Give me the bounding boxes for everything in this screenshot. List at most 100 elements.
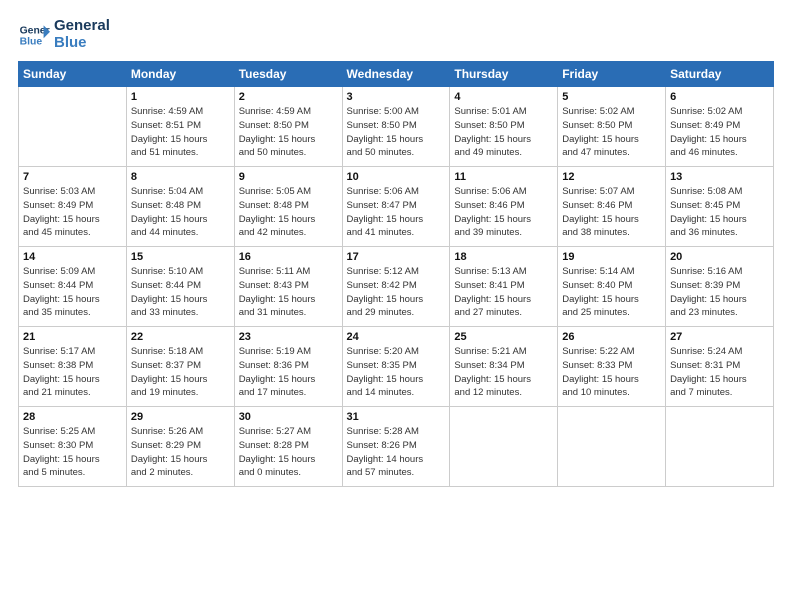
day-number: 15 xyxy=(131,251,230,263)
calendar-week-2: 7Sunrise: 5:03 AMSunset: 8:49 PMDaylight… xyxy=(19,167,774,247)
calendar-cell: 19 Sunrise: 5:14 AMSunset: 8:40 PMDayligh… xyxy=(558,247,666,327)
calendar-cell xyxy=(666,407,774,487)
day-info: Sunrise: 5:16 AMSunset: 8:39 PMDaylight:… xyxy=(670,265,769,320)
calendar-week-4: 21 Sunrise: 5:17 AMSunset: 8:38 PMDayligh… xyxy=(19,327,774,407)
weekday-header-monday: Monday xyxy=(126,62,234,87)
calendar-cell xyxy=(558,407,666,487)
calendar-cell: 18 Sunrise: 5:13 AMSunset: 8:41 PMDayligh… xyxy=(450,247,558,327)
weekday-header-thursday: Thursday xyxy=(450,62,558,87)
day-number: 4 xyxy=(454,91,553,103)
day-number: 8 xyxy=(131,171,230,183)
day-number: 3 xyxy=(347,91,446,103)
calendar-cell: 29 Sunrise: 5:26 AMSunset: 8:29 PMDayligh… xyxy=(126,407,234,487)
day-number: 9 xyxy=(239,171,338,183)
day-number: 27 xyxy=(670,331,769,343)
calendar-cell: 21 Sunrise: 5:17 AMSunset: 8:38 PMDayligh… xyxy=(19,327,127,407)
day-info: Sunrise: 5:11 AMSunset: 8:43 PMDaylight:… xyxy=(239,265,338,320)
day-info: Sunrise: 4:59 AMSunset: 8:51 PMDaylight:… xyxy=(131,105,230,160)
day-number: 5 xyxy=(562,91,661,103)
day-info: Sunrise: 5:07 AMSunset: 8:46 PMDaylight:… xyxy=(562,185,661,240)
calendar-cell: 14 Sunrise: 5:09 AMSunset: 8:44 PMDayligh… xyxy=(19,247,127,327)
day-number: 31 xyxy=(347,411,446,423)
day-number: 17 xyxy=(347,251,446,263)
calendar-cell: 2 Sunrise: 4:59 AMSunset: 8:50 PMDaylight… xyxy=(234,87,342,167)
calendar-cell: 30Sunrise: 5:27 AMSunset: 8:28 PMDayligh… xyxy=(234,407,342,487)
weekday-header-sunday: Sunday xyxy=(19,62,127,87)
day-info: Sunrise: 5:27 AMSunset: 8:28 PMDaylight:… xyxy=(239,425,338,480)
calendar-cell: 8 Sunrise: 5:04 AMSunset: 8:48 PMDaylight… xyxy=(126,167,234,247)
calendar-cell: 15Sunrise: 5:10 AMSunset: 8:44 PMDayligh… xyxy=(126,247,234,327)
day-info: Sunrise: 5:13 AMSunset: 8:41 PMDaylight:… xyxy=(454,265,553,320)
logo-icon: General Blue xyxy=(18,19,50,51)
weekday-header-saturday: Saturday xyxy=(666,62,774,87)
day-info: Sunrise: 5:09 AMSunset: 8:44 PMDaylight:… xyxy=(23,265,122,320)
day-info: Sunrise: 5:02 AMSunset: 8:50 PMDaylight:… xyxy=(562,105,661,160)
header: General Blue General Blue xyxy=(18,18,774,51)
day-info: Sunrise: 5:18 AMSunset: 8:37 PMDaylight:… xyxy=(131,345,230,400)
calendar-cell xyxy=(19,87,127,167)
day-number: 6 xyxy=(670,91,769,103)
calendar-cell: 1 Sunrise: 4:59 AMSunset: 8:51 PMDaylight… xyxy=(126,87,234,167)
day-info: Sunrise: 5:21 AMSunset: 8:34 PMDaylight:… xyxy=(454,345,553,400)
logo-general: General xyxy=(54,18,110,35)
calendar-cell: 23Sunrise: 5:19 AMSunset: 8:36 PMDayligh… xyxy=(234,327,342,407)
weekday-header-row: SundayMondayTuesdayWednesdayThursdayFrid… xyxy=(19,62,774,87)
calendar-cell: 26Sunrise: 5:22 AMSunset: 8:33 PMDayligh… xyxy=(558,327,666,407)
calendar-cell xyxy=(450,407,558,487)
day-info: Sunrise: 5:12 AMSunset: 8:42 PMDaylight:… xyxy=(347,265,446,320)
day-number: 12 xyxy=(562,171,661,183)
day-number: 2 xyxy=(239,91,338,103)
day-info: Sunrise: 5:04 AMSunset: 8:48 PMDaylight:… xyxy=(131,185,230,240)
day-info: Sunrise: 5:06 AMSunset: 8:47 PMDaylight:… xyxy=(347,185,446,240)
day-number: 28 xyxy=(23,411,122,423)
calendar-cell: 10Sunrise: 5:06 AMSunset: 8:47 PMDayligh… xyxy=(342,167,450,247)
day-info: Sunrise: 5:06 AMSunset: 8:46 PMDaylight:… xyxy=(454,185,553,240)
weekday-header-tuesday: Tuesday xyxy=(234,62,342,87)
calendar-cell: 16Sunrise: 5:11 AMSunset: 8:43 PMDayligh… xyxy=(234,247,342,327)
day-number: 11 xyxy=(454,171,553,183)
day-info: Sunrise: 5:28 AMSunset: 8:26 PMDaylight:… xyxy=(347,425,446,480)
day-info: Sunrise: 5:22 AMSunset: 8:33 PMDaylight:… xyxy=(562,345,661,400)
calendar-cell: 9 Sunrise: 5:05 AMSunset: 8:48 PMDaylight… xyxy=(234,167,342,247)
calendar-cell: 12 Sunrise: 5:07 AMSunset: 8:46 PMDayligh… xyxy=(558,167,666,247)
day-number: 20 xyxy=(670,251,769,263)
day-info: Sunrise: 4:59 AMSunset: 8:50 PMDaylight:… xyxy=(239,105,338,160)
day-info: Sunrise: 5:03 AMSunset: 8:49 PMDaylight:… xyxy=(23,185,122,240)
weekday-header-friday: Friday xyxy=(558,62,666,87)
day-number: 23 xyxy=(239,331,338,343)
day-info: Sunrise: 5:26 AMSunset: 8:29 PMDaylight:… xyxy=(131,425,230,480)
calendar-cell: 24 Sunrise: 5:20 AMSunset: 8:35 PMDayligh… xyxy=(342,327,450,407)
day-number: 18 xyxy=(454,251,553,263)
logo: General Blue General Blue xyxy=(18,18,110,51)
calendar-cell: 13 Sunrise: 5:08 AMSunset: 8:45 PMDayligh… xyxy=(666,167,774,247)
day-info: Sunrise: 5:02 AMSunset: 8:49 PMDaylight:… xyxy=(670,105,769,160)
calendar-cell: 28Sunrise: 5:25 AMSunset: 8:30 PMDayligh… xyxy=(19,407,127,487)
calendar-cell: 22Sunrise: 5:18 AMSunset: 8:37 PMDayligh… xyxy=(126,327,234,407)
day-info: Sunrise: 5:14 AMSunset: 8:40 PMDaylight:… xyxy=(562,265,661,320)
day-info: Sunrise: 5:20 AMSunset: 8:35 PMDaylight:… xyxy=(347,345,446,400)
day-info: Sunrise: 5:00 AMSunset: 8:50 PMDaylight:… xyxy=(347,105,446,160)
day-number: 1 xyxy=(131,91,230,103)
day-info: Sunrise: 5:01 AMSunset: 8:50 PMDaylight:… xyxy=(454,105,553,160)
calendar-cell: 4 Sunrise: 5:01 AMSunset: 8:50 PMDaylight… xyxy=(450,87,558,167)
calendar-cell: 5 Sunrise: 5:02 AMSunset: 8:50 PMDaylight… xyxy=(558,87,666,167)
day-number: 24 xyxy=(347,331,446,343)
day-number: 21 xyxy=(23,331,122,343)
day-number: 14 xyxy=(23,251,122,263)
calendar-cell: 25 Sunrise: 5:21 AMSunset: 8:34 PMDayligh… xyxy=(450,327,558,407)
day-number: 25 xyxy=(454,331,553,343)
calendar-cell: 27Sunrise: 5:24 AMSunset: 8:31 PMDayligh… xyxy=(666,327,774,407)
calendar-cell: 31 Sunrise: 5:28 AMSunset: 8:26 PMDayligh… xyxy=(342,407,450,487)
calendar-cell: 20 Sunrise: 5:16 AMSunset: 8:39 PMDayligh… xyxy=(666,247,774,327)
calendar-cell: 17 Sunrise: 5:12 AMSunset: 8:42 PMDayligh… xyxy=(342,247,450,327)
calendar-cell: 7Sunrise: 5:03 AMSunset: 8:49 PMDaylight… xyxy=(19,167,127,247)
day-number: 13 xyxy=(670,171,769,183)
day-info: Sunrise: 5:08 AMSunset: 8:45 PMDaylight:… xyxy=(670,185,769,240)
day-info: Sunrise: 5:05 AMSunset: 8:48 PMDaylight:… xyxy=(239,185,338,240)
day-number: 19 xyxy=(562,251,661,263)
calendar-table: SundayMondayTuesdayWednesdayThursdayFrid… xyxy=(18,61,774,487)
calendar-cell: 3 Sunrise: 5:00 AMSunset: 8:50 PMDaylight… xyxy=(342,87,450,167)
calendar-cell: 11 Sunrise: 5:06 AMSunset: 8:46 PMDayligh… xyxy=(450,167,558,247)
day-number: 29 xyxy=(131,411,230,423)
day-info: Sunrise: 5:17 AMSunset: 8:38 PMDaylight:… xyxy=(23,345,122,400)
